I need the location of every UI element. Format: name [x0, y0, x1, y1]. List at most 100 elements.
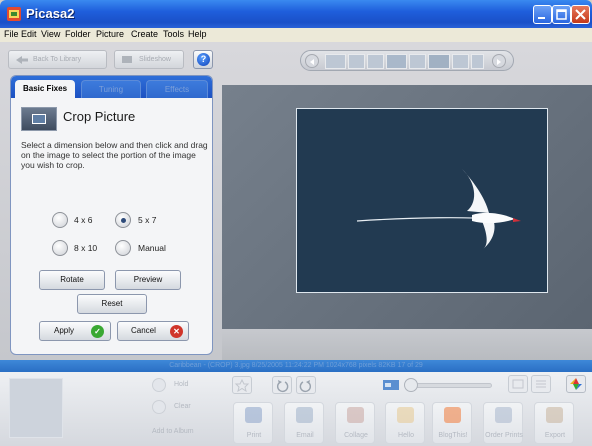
blogger-icon — [444, 407, 461, 423]
picasa-window: Picasa2 File Edit View Folder Picture Cr… — [0, 0, 592, 446]
bird-photo — [297, 109, 547, 292]
menu-folder[interactable]: Folder — [65, 29, 91, 39]
list-view-icon — [536, 380, 546, 388]
back-arrow-icon — [16, 56, 28, 64]
menu-file[interactable]: File — [4, 29, 19, 39]
rotate-cw-button[interactable] — [296, 376, 316, 394]
edit-panel: Basic Fixes Tuning Effects Crop Picture … — [10, 75, 213, 355]
export-icon — [546, 407, 563, 423]
hold-label: Hold — [174, 381, 189, 388]
window-title: Picasa2 — [26, 6, 75, 21]
list-view-button[interactable] — [531, 375, 551, 393]
collage-icon — [347, 407, 364, 423]
checkmark-icon: ✓ — [91, 325, 104, 338]
menu-create[interactable]: Create — [131, 29, 158, 39]
blogthis-label: BlogThis! — [438, 432, 468, 439]
picture-tray: Hold Clear Add to Album Print Email Coll… — [0, 372, 592, 446]
tray-thumbnail[interactable] — [9, 378, 63, 438]
back-to-library-button[interactable]: Back To Library — [8, 50, 107, 69]
email-button[interactable]: Email — [284, 402, 324, 444]
crop-instructions: Select a dimension below and then click … — [21, 140, 208, 170]
crop-selection[interactable] — [296, 108, 548, 293]
apply-button[interactable]: Apply ✓ — [39, 321, 111, 341]
tab-effects[interactable]: Effects — [146, 80, 208, 98]
filmstrip — [300, 50, 514, 71]
crop-title: Crop Picture — [63, 109, 136, 124]
print-label: Print — [246, 432, 262, 439]
radio-8x10-label: 8 x 10 — [74, 243, 98, 253]
title-bar[interactable]: Picasa2 — [0, 0, 592, 28]
print-button[interactable]: Print — [233, 402, 273, 444]
clear-label: Clear — [174, 403, 191, 410]
arrow-left-icon — [310, 59, 314, 65]
filmstrip-thumb[interactable] — [367, 54, 384, 69]
export-button[interactable]: Export — [534, 402, 574, 444]
collage-button[interactable]: Collage — [335, 402, 375, 444]
close-icon — [575, 9, 586, 20]
hold-icon[interactable] — [152, 378, 166, 392]
radio-4x6-label: 4 x 6 — [74, 215, 93, 225]
rotate-button[interactable]: Rotate — [39, 270, 105, 290]
back-to-library-label: Back To Library — [33, 56, 82, 63]
preview-button[interactable]: Preview — [115, 270, 181, 290]
filmstrip-thumb[interactable] — [452, 54, 469, 69]
menu-edit[interactable]: Edit — [21, 29, 37, 39]
radio-manual-label: Manual — [138, 243, 166, 253]
image-viewer[interactable] — [222, 85, 592, 329]
filmstrip-thumb[interactable] — [428, 54, 450, 69]
minimize-icon — [538, 17, 545, 19]
edit-tabs: Basic Fixes Tuning Effects — [11, 76, 212, 98]
email-label: Email — [296, 432, 314, 439]
filmstrip-next-button[interactable] — [492, 54, 506, 68]
picasa-app-icon — [7, 7, 21, 21]
menu-picture[interactable]: Picture — [96, 29, 124, 39]
menu-view[interactable]: View — [41, 29, 60, 39]
radio-4x6[interactable] — [52, 212, 68, 228]
radio-manual[interactable] — [115, 240, 131, 256]
menu-help[interactable]: Help — [188, 29, 207, 39]
zoom-slider[interactable] — [408, 383, 492, 388]
star-button[interactable] — [232, 376, 252, 394]
filmstrip-thumb[interactable] — [471, 54, 484, 69]
zoom-slider-handle[interactable] — [404, 378, 418, 392]
apply-label: Apply — [54, 326, 75, 335]
filmstrip-thumb[interactable] — [325, 54, 346, 69]
close-button[interactable] — [571, 5, 590, 24]
blogthis-button[interactable]: BlogThis! — [432, 402, 472, 444]
hello-button[interactable]: Hello — [385, 402, 425, 444]
help-button[interactable]: ? — [193, 50, 213, 69]
filmstrip-thumb[interactable] — [386, 54, 407, 69]
slideshow-button[interactable]: Slideshow — [114, 50, 184, 69]
order-prints-label: Order Prints — [485, 432, 523, 439]
tab-basic-fixes[interactable]: Basic Fixes — [15, 80, 75, 98]
filmstrip-thumb[interactable] — [348, 54, 365, 69]
minimize-button[interactable] — [533, 5, 552, 24]
radio-5x7-label: 5 x 7 — [138, 215, 157, 225]
rotate-ccw-button[interactable] — [272, 376, 292, 394]
filmstrip-thumb[interactable] — [409, 54, 426, 69]
clear-icon[interactable] — [152, 400, 166, 414]
rotate-cw-icon — [299, 380, 312, 393]
thumbnail-view-button[interactable] — [508, 375, 528, 393]
order-prints-button[interactable]: Order Prints — [483, 402, 523, 444]
radio-5x7[interactable] — [115, 212, 131, 228]
radio-8x10[interactable] — [52, 240, 68, 256]
slideshow-icon — [122, 56, 132, 63]
tab-tuning[interactable]: Tuning — [81, 80, 141, 98]
cancel-label: Cancel — [131, 326, 156, 335]
cancel-button[interactable]: Cancel ✕ — [117, 321, 189, 341]
viewer-footer — [222, 329, 592, 360]
photo-size-icon — [383, 380, 399, 390]
printer-icon — [245, 407, 262, 423]
menu-tools[interactable]: Tools — [163, 29, 184, 39]
menu-bar: File Edit View Folder Picture Create Too… — [0, 28, 592, 42]
order-prints-icon — [495, 407, 512, 423]
add-to-album-label[interactable]: Add to Album — [152, 428, 194, 435]
picasa-web-button[interactable] — [566, 375, 586, 393]
maximize-button[interactable] — [552, 5, 571, 24]
editor-area: Back To Library Slideshow ? Basic Fixes … — [0, 42, 592, 360]
reset-button[interactable]: Reset — [77, 294, 147, 314]
cancel-x-icon: ✕ — [170, 325, 183, 338]
maximize-icon — [556, 9, 567, 20]
filmstrip-prev-button[interactable] — [305, 54, 319, 68]
